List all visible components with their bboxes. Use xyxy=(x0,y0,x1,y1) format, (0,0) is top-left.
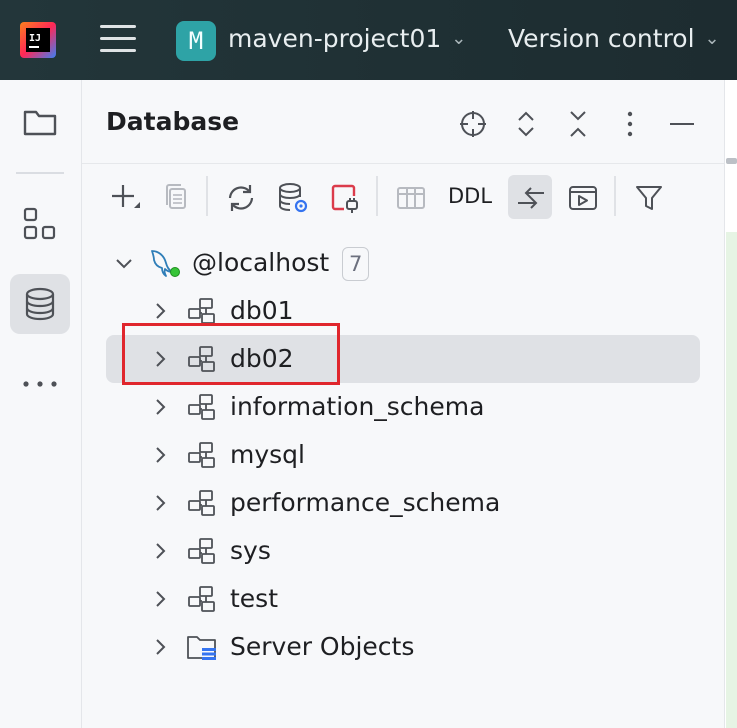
chevron-right-icon[interactable] xyxy=(150,541,170,561)
tree-item-schema[interactable]: db02 xyxy=(106,335,700,383)
add-icon xyxy=(112,185,140,208)
chevron-right-icon[interactable] xyxy=(150,445,170,465)
tree-label: sys xyxy=(230,536,271,565)
panel-title: Database xyxy=(106,107,240,136)
scroll-marker xyxy=(726,158,737,164)
chevron-right-icon[interactable] xyxy=(150,493,170,513)
tree-label: information_schema xyxy=(230,392,485,421)
expand-all-icon xyxy=(518,111,534,137)
schema-icon xyxy=(188,298,215,324)
project-folder-icon xyxy=(23,110,57,136)
tool-window-strip xyxy=(0,80,82,728)
editor-change-gutter xyxy=(726,232,737,728)
version-control-menu[interactable]: Version control ⌄ xyxy=(508,24,720,53)
chevron-down-icon: ⌄ xyxy=(704,28,720,49)
compare-icon xyxy=(518,187,544,209)
locate-button[interactable] xyxy=(455,106,491,142)
refresh-button[interactable] xyxy=(218,175,262,219)
tree-label: @localhost xyxy=(192,248,330,277)
console-button[interactable] xyxy=(560,175,604,219)
ddl-button[interactable]: DDL xyxy=(448,184,492,208)
disconnect-icon xyxy=(331,184,358,213)
structure-tool-button[interactable] xyxy=(10,194,70,254)
schema-icon xyxy=(188,586,215,612)
strip-divider xyxy=(16,172,64,174)
more-vertical-icon xyxy=(627,111,633,137)
project-tool-button[interactable] xyxy=(10,92,70,152)
console-icon xyxy=(569,186,597,210)
schema-icon xyxy=(188,346,215,372)
filter-button[interactable] xyxy=(626,175,670,219)
tree-label: Server Objects xyxy=(230,632,415,661)
expand-all-button[interactable] xyxy=(508,106,544,142)
toolbar-separator xyxy=(614,176,616,216)
panel-divider xyxy=(82,163,724,164)
toolbar-separator xyxy=(206,176,208,216)
more-options-button[interactable] xyxy=(612,106,648,142)
chevron-right-icon[interactable] xyxy=(150,637,170,657)
chevron-right-icon[interactable] xyxy=(150,349,170,369)
tree-label: db02 xyxy=(230,344,294,373)
refresh-icon xyxy=(228,185,254,211)
add-button[interactable] xyxy=(102,175,146,219)
structure-icon xyxy=(23,207,56,240)
chevron-right-icon[interactable] xyxy=(150,397,170,417)
schema-icon xyxy=(188,490,215,516)
minimize-icon xyxy=(670,123,694,125)
chevron-down-icon[interactable] xyxy=(114,253,134,273)
tree-item-schema[interactable]: information_schema xyxy=(106,383,700,431)
data-source-properties-icon xyxy=(279,183,308,213)
tree-item-schema[interactable]: performance_schema xyxy=(106,479,700,527)
copy-icon xyxy=(166,184,186,209)
schema-icon xyxy=(188,394,215,420)
tree-item-schema[interactable]: sys xyxy=(106,527,700,575)
more-tools-button[interactable] xyxy=(10,354,70,414)
server-objects-folder-icon xyxy=(187,636,216,660)
tree-item-schema[interactable]: db01 xyxy=(106,287,700,335)
minimize-button[interactable] xyxy=(664,106,700,142)
more-icon xyxy=(23,381,57,387)
table-editor-icon xyxy=(397,187,425,209)
chevron-right-icon[interactable] xyxy=(150,301,170,321)
tree-label: db01 xyxy=(230,296,294,325)
disconnect-button[interactable] xyxy=(322,175,366,219)
svg-text:IJ: IJ xyxy=(29,33,41,44)
project-selector[interactable]: maven-project01 ⌄ xyxy=(228,24,466,53)
mysql-dolphin-icon xyxy=(151,250,180,277)
toolbar-separator xyxy=(376,176,378,216)
database-tool-button[interactable] xyxy=(10,274,70,334)
chevron-down-icon: ⌄ xyxy=(451,28,467,49)
title-bar: IJ M maven-project01 ⌄ Version control ⌄ xyxy=(0,0,737,80)
tree-label: test xyxy=(230,584,279,613)
project-name-label: maven-project01 xyxy=(228,24,442,53)
tree-item-schema[interactable]: mysql xyxy=(106,431,700,479)
filter-icon xyxy=(636,186,662,210)
tree-item-schema[interactable]: test xyxy=(106,575,700,623)
tree-label: performance_schema xyxy=(230,488,501,517)
schema-icon xyxy=(188,442,215,468)
version-control-label: Version control xyxy=(508,24,695,53)
table-editor-button[interactable] xyxy=(388,175,432,219)
compare-button[interactable] xyxy=(508,175,552,219)
main-menu-button[interactable] xyxy=(100,25,136,55)
tree-item-folder[interactable]: Server Objects xyxy=(106,623,700,671)
chevron-right-icon[interactable] xyxy=(150,589,170,609)
tree-label: mysql xyxy=(230,440,305,469)
collapse-all-button[interactable] xyxy=(560,106,596,142)
schema-icon xyxy=(188,538,215,564)
data-source-properties-button[interactable] xyxy=(270,175,314,219)
intellij-logo-icon[interactable]: IJ xyxy=(20,22,56,58)
tree-root-localhost[interactable]: @localhost 7 xyxy=(106,239,700,287)
locate-icon xyxy=(460,111,486,137)
database-panel: Database DDL @localhost 7 db01 db02 info… xyxy=(82,80,724,728)
child-count-badge: 7 xyxy=(342,247,370,281)
database-icon xyxy=(25,287,55,321)
copy-button[interactable] xyxy=(154,175,198,219)
collapse-all-icon xyxy=(570,111,586,137)
project-badge[interactable]: M xyxy=(176,21,216,61)
